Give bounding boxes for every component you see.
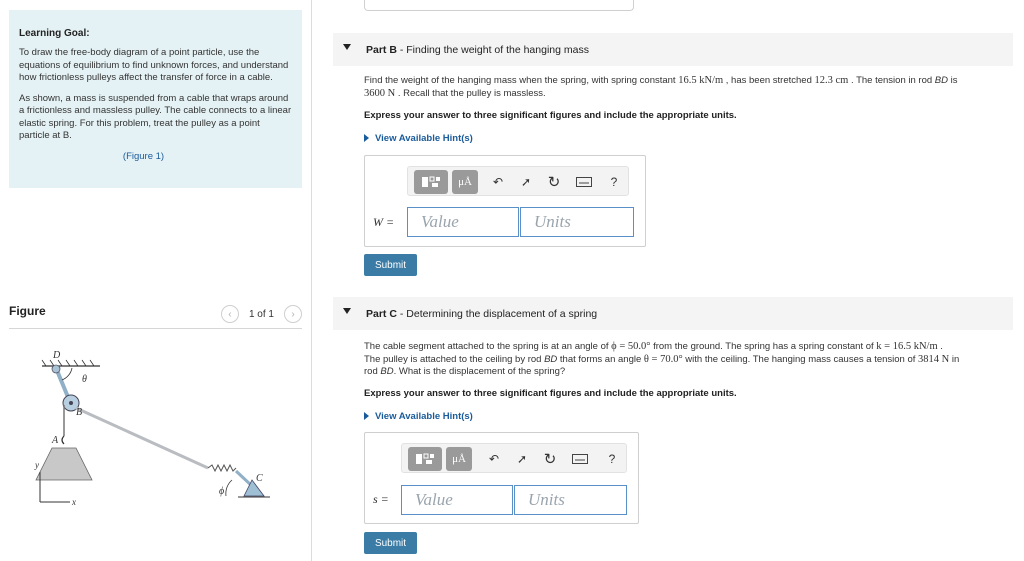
template-icon — [422, 176, 440, 187]
part-c-units-input[interactable]: Units — [514, 485, 627, 515]
label-theta: θ — [82, 374, 87, 385]
units-symbol-button[interactable]: μÅ — [446, 447, 472, 471]
label-a: A — [51, 435, 59, 446]
label-phi: ϕ — [219, 486, 224, 497]
pulley-figure: D θ B A C ϕ y x — [34, 350, 270, 507]
theta-arc — [61, 367, 73, 381]
label-x: x — [71, 497, 76, 507]
problem-description: As shown, a mass is suspended from a cab… — [19, 93, 292, 143]
right-panel: Part B - Finding the weight of the hangi… — [313, 0, 1024, 561]
part-b-problem-text: Find the weight of the hanging mass when… — [364, 75, 958, 99]
keyboard-icon[interactable] — [568, 447, 592, 471]
label-c: C — [256, 473, 263, 484]
template-button[interactable] — [408, 447, 442, 471]
angled-cable — [75, 406, 209, 470]
keyboard-icon[interactable] — [572, 170, 596, 194]
support-d — [51, 364, 61, 374]
phi-arc — [225, 479, 233, 497]
part-b-toolbar: μÅ ↶ ➚ ↻ ? — [407, 166, 629, 196]
learning-goal-box: Learning Goal: To draw the free-body dia… — [9, 10, 302, 188]
figure-link[interactable]: (Figure 1) — [0, 151, 292, 162]
reset-icon[interactable]: ↻ — [538, 447, 562, 471]
left-panel: Learning Goal: To draw the free-body dia… — [0, 0, 312, 561]
prev-figure-button[interactable]: ‹ — [220, 305, 239, 323]
part-b-value-input[interactable]: Value — [407, 207, 519, 237]
part-b-instructions: Express your answer to three significant… — [364, 110, 737, 121]
next-figure-button[interactable]: › — [284, 305, 302, 323]
part-b-units-input[interactable]: Units — [520, 207, 634, 237]
figure-header: Figure ‹ 1 of 1 › — [9, 300, 302, 329]
part-c-instructions: Express your answer to three significant… — [364, 388, 737, 399]
part-b-answer-box: μÅ ↶ ➚ ↻ ? W = Value Units — [364, 155, 646, 247]
caret-right-icon — [364, 134, 369, 143]
part-c-value-input[interactable]: Value — [401, 485, 513, 515]
figure-pager: ‹ 1 of 1 › — [220, 305, 302, 323]
learning-goal-text: To draw the free-body diagram of a point… — [19, 47, 289, 83]
undo-icon[interactable]: ↶ — [486, 170, 510, 194]
hanging-mass — [35, 447, 93, 481]
problem-description-text: As shown, a mass is suspended from a cab… — [19, 92, 292, 142]
figure-title: Figure — [9, 304, 46, 318]
figure-count: 1 of 1 — [248, 308, 274, 320]
template-icon — [416, 453, 434, 464]
spring — [207, 463, 237, 473]
redo-icon[interactable]: ➚ — [510, 447, 534, 471]
reset-icon[interactable]: ↻ — [542, 170, 566, 194]
part-c-title: Part C - Determining the displacement of… — [366, 308, 598, 320]
part-c-variable: s = — [373, 492, 389, 506]
part-c-answer-box: μÅ ↶ ➚ ↻ ? s = Value Units — [364, 432, 639, 524]
help-icon[interactable]: ? — [602, 170, 626, 194]
undo-icon[interactable]: ↶ — [482, 447, 506, 471]
part-b-submit-button[interactable]: Submit — [364, 254, 417, 276]
part-c-problem-text: The cable segment attached to the spring… — [364, 341, 960, 377]
label-d: D — [52, 350, 61, 361]
template-button[interactable] — [414, 170, 448, 194]
help-icon[interactable]: ? — [600, 447, 624, 471]
part-c-toolbar: μÅ ↶ ➚ ↻ ? — [401, 443, 627, 473]
chevron-right-icon: › — [291, 308, 295, 320]
part-b-header[interactable]: Part B - Finding the weight of the hangi… — [333, 33, 1013, 66]
part-b-variable: W = — [373, 215, 395, 229]
learning-goal-title: Learning Goal: — [19, 28, 90, 39]
caret-down-icon[interactable] — [343, 44, 351, 50]
part-b-title: Part B - Finding the weight of the hangi… — [366, 44, 589, 56]
part-c-hint-link[interactable]: View Available Hint(s) — [364, 411, 473, 422]
ceiling — [41, 359, 100, 367]
caret-right-icon — [364, 412, 369, 421]
part-c-submit-button[interactable]: Submit — [364, 532, 417, 554]
previous-part-box — [364, 0, 634, 11]
chevron-left-icon: ‹ — [228, 308, 232, 320]
part-c-header[interactable]: Part C - Determining the displacement of… — [333, 297, 1013, 330]
part-b-hint-link[interactable]: View Available Hint(s) — [364, 133, 473, 144]
units-symbol-button[interactable]: μÅ — [452, 170, 478, 194]
caret-down-icon[interactable] — [343, 308, 351, 314]
label-y: y — [34, 460, 39, 470]
label-b: B — [76, 407, 82, 418]
redo-icon[interactable]: ➚ — [514, 170, 538, 194]
